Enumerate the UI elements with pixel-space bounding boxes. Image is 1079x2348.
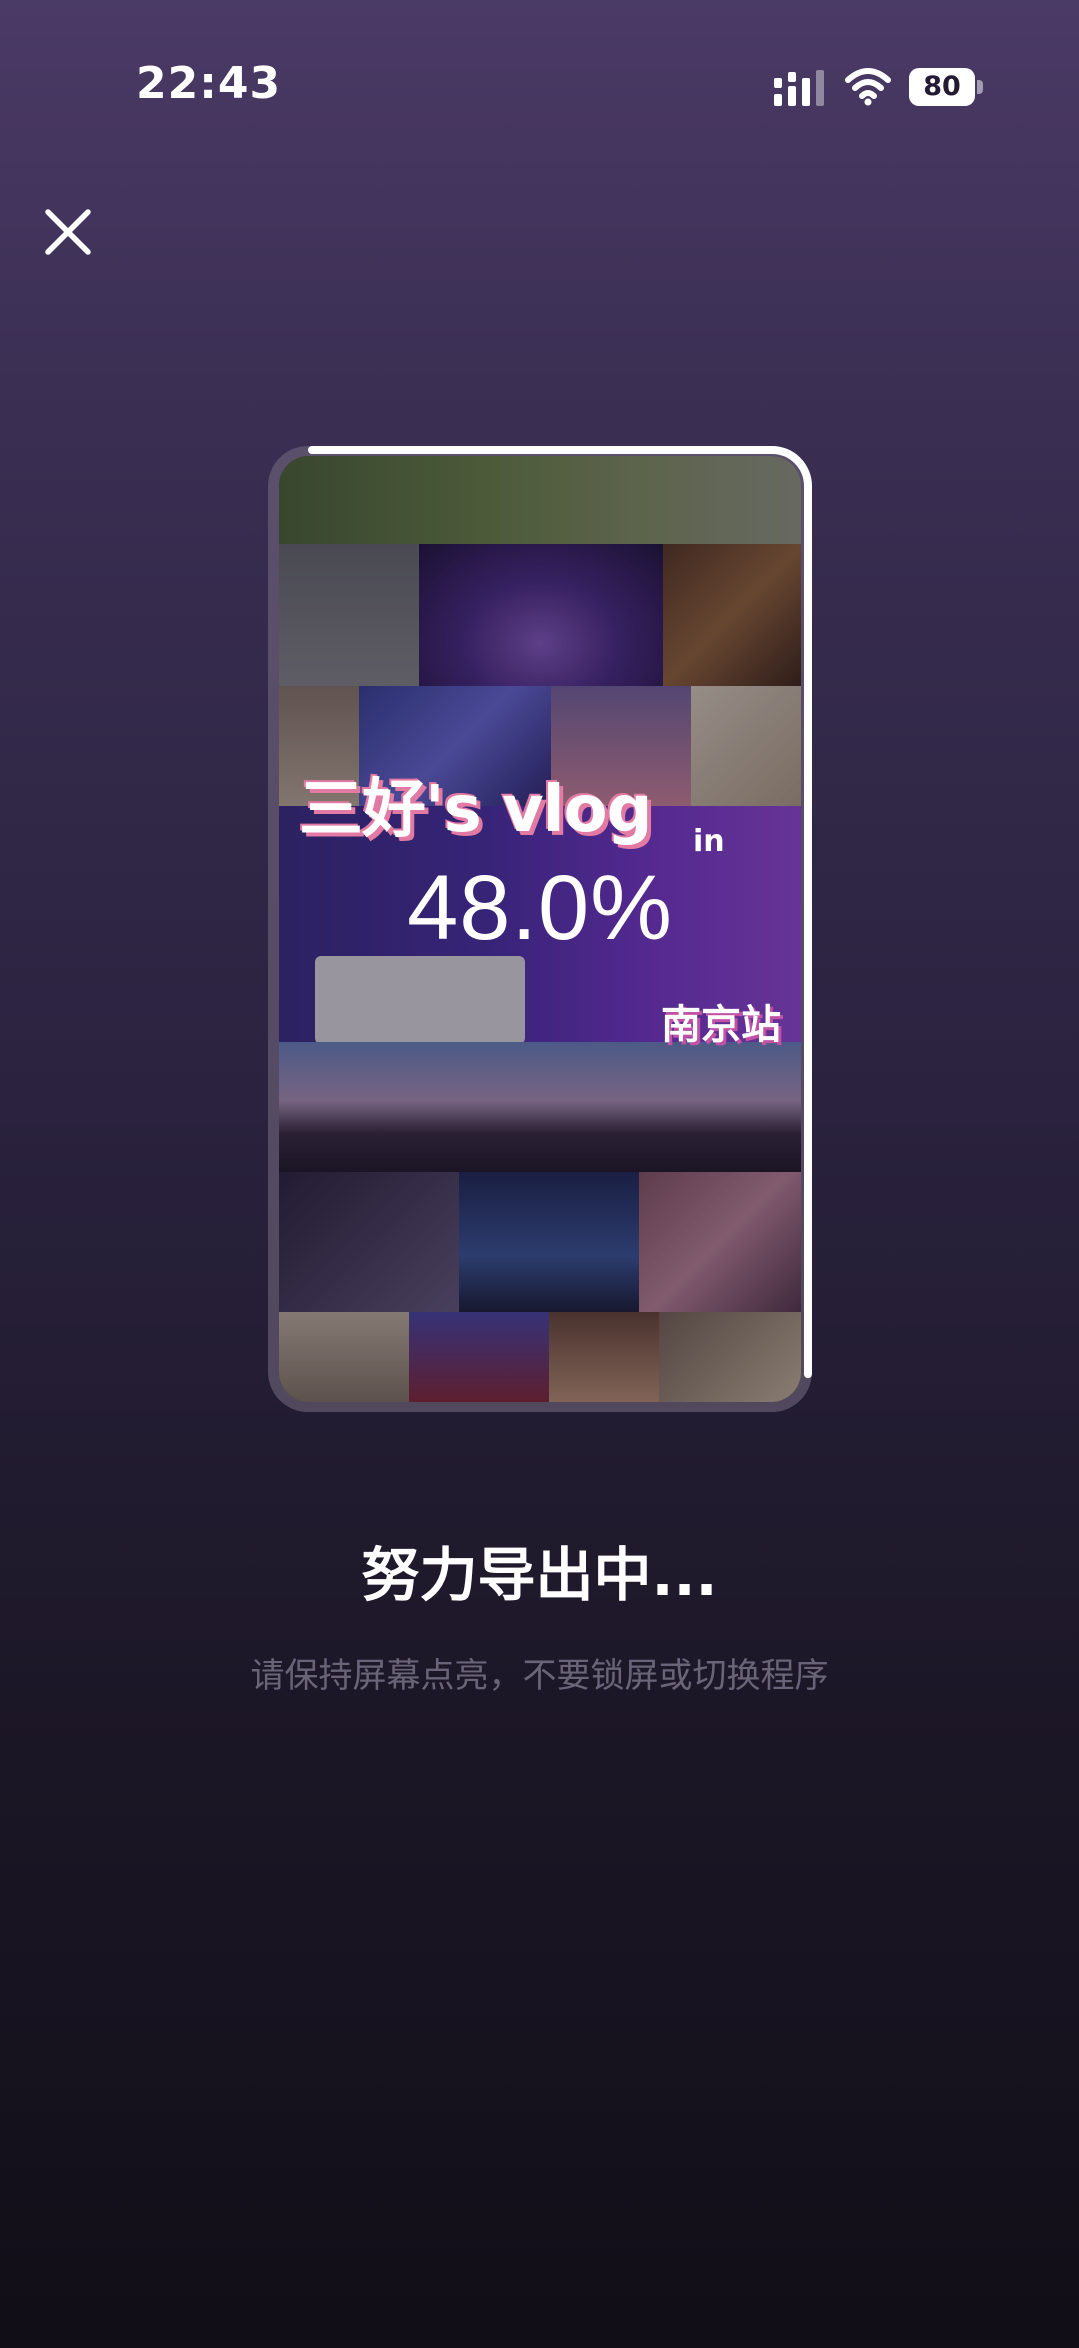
cellular-signal-icon (774, 70, 824, 106)
export-status-title: 努力导出中... (361, 1541, 718, 1609)
battery-tip (977, 80, 983, 94)
preview-overlay-title: 三好's vlog (299, 773, 652, 847)
status-time: 22:43 (136, 58, 282, 109)
battery-level: 80 (909, 68, 975, 106)
export-status-hint: 请保持屏幕点亮，不要锁屏或切换程序 (250, 1656, 829, 1696)
close-icon[interactable] (36, 200, 100, 264)
preview-overlay-in: in (693, 824, 725, 859)
status-bar: 22:43 80 (0, 0, 1079, 130)
video-preview-thumbnail: 三好's vlog in 南京站 48.0% (279, 456, 801, 1402)
wifi-icon (845, 68, 891, 106)
battery-icon: 80 (909, 68, 983, 106)
preview-overlay-station: 南京站 (661, 1002, 781, 1048)
export-progress-percent: 48.0% (407, 857, 673, 959)
